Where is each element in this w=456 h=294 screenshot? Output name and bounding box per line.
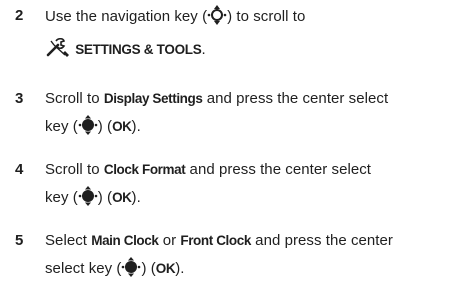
ok-label: OK bbox=[112, 119, 132, 134]
step-line: SETTINGS & TOOLS. bbox=[45, 37, 450, 65]
instruction-text: ). bbox=[131, 189, 141, 206]
step-number: 3 bbox=[15, 90, 24, 107]
step-text: Use the navigation key ( ) to scroll to S… bbox=[45, 5, 450, 65]
wrench-screwdriver-icon bbox=[45, 37, 71, 65]
settings-tools-label: SETTINGS & TOOLS bbox=[75, 42, 202, 57]
ok-label: OK bbox=[155, 261, 176, 276]
instruction-text: and press the center select bbox=[202, 90, 389, 107]
instruction-text: or bbox=[158, 232, 181, 249]
step-line: select key ( ) (OK). bbox=[45, 257, 450, 284]
nav-key-icon bbox=[207, 5, 227, 32]
step-text: Scroll to Display Settings and press the… bbox=[45, 88, 450, 142]
step-line: Scroll to Display Settings and press the… bbox=[45, 88, 450, 110]
instruction-text: and press the center bbox=[250, 232, 393, 249]
center-select-key-icon bbox=[78, 115, 98, 142]
menu-target-clock-format: Clock Format bbox=[103, 162, 186, 177]
step-number: 2 bbox=[15, 7, 24, 24]
instruction-text: ). bbox=[175, 260, 185, 277]
instruction-text: key ( bbox=[45, 118, 78, 135]
menu-target-display-settings: Display Settings bbox=[103, 91, 203, 106]
instruction-text: ) to scroll to bbox=[227, 8, 306, 25]
center-select-key-icon bbox=[121, 257, 141, 284]
instruction-text: ) ( bbox=[97, 189, 113, 206]
menu-target-front-clock: Front Clock bbox=[180, 233, 251, 248]
instruction-text: Scroll to bbox=[45, 90, 104, 107]
step-number: 5 bbox=[15, 232, 24, 249]
menu-target-main-clock: Main Clock bbox=[91, 233, 159, 248]
step-line: Use the navigation key ( ) to scroll to bbox=[45, 5, 450, 32]
step-line: Select Main Clock or Front Clock and pre… bbox=[45, 230, 450, 252]
center-select-key-icon bbox=[78, 186, 98, 213]
instruction-text: ). bbox=[131, 118, 141, 135]
ok-label: OK bbox=[112, 190, 132, 205]
instruction-text: and press the center select bbox=[185, 161, 371, 178]
instruction-text: Scroll to bbox=[45, 161, 104, 178]
step-number: 4 bbox=[15, 161, 24, 178]
instruction-text: Use the navigation key ( bbox=[45, 8, 208, 25]
step-line: key ( ) (OK). bbox=[45, 115, 450, 142]
instruction-text: Select bbox=[45, 232, 92, 249]
step-text: Select Main Clock or Front Clock and pre… bbox=[45, 230, 450, 284]
step-line: Scroll to Clock Format and press the cen… bbox=[45, 159, 450, 181]
instruction-text: select key ( bbox=[45, 260, 122, 277]
instruction-text: ) ( bbox=[97, 118, 113, 135]
punctuation: . bbox=[201, 41, 206, 58]
instruction-text: ) ( bbox=[141, 260, 156, 277]
step-line: key ( ) (OK). bbox=[45, 186, 450, 213]
step-text: Scroll to Clock Format and press the cen… bbox=[45, 159, 450, 213]
instruction-text: key ( bbox=[45, 189, 78, 206]
